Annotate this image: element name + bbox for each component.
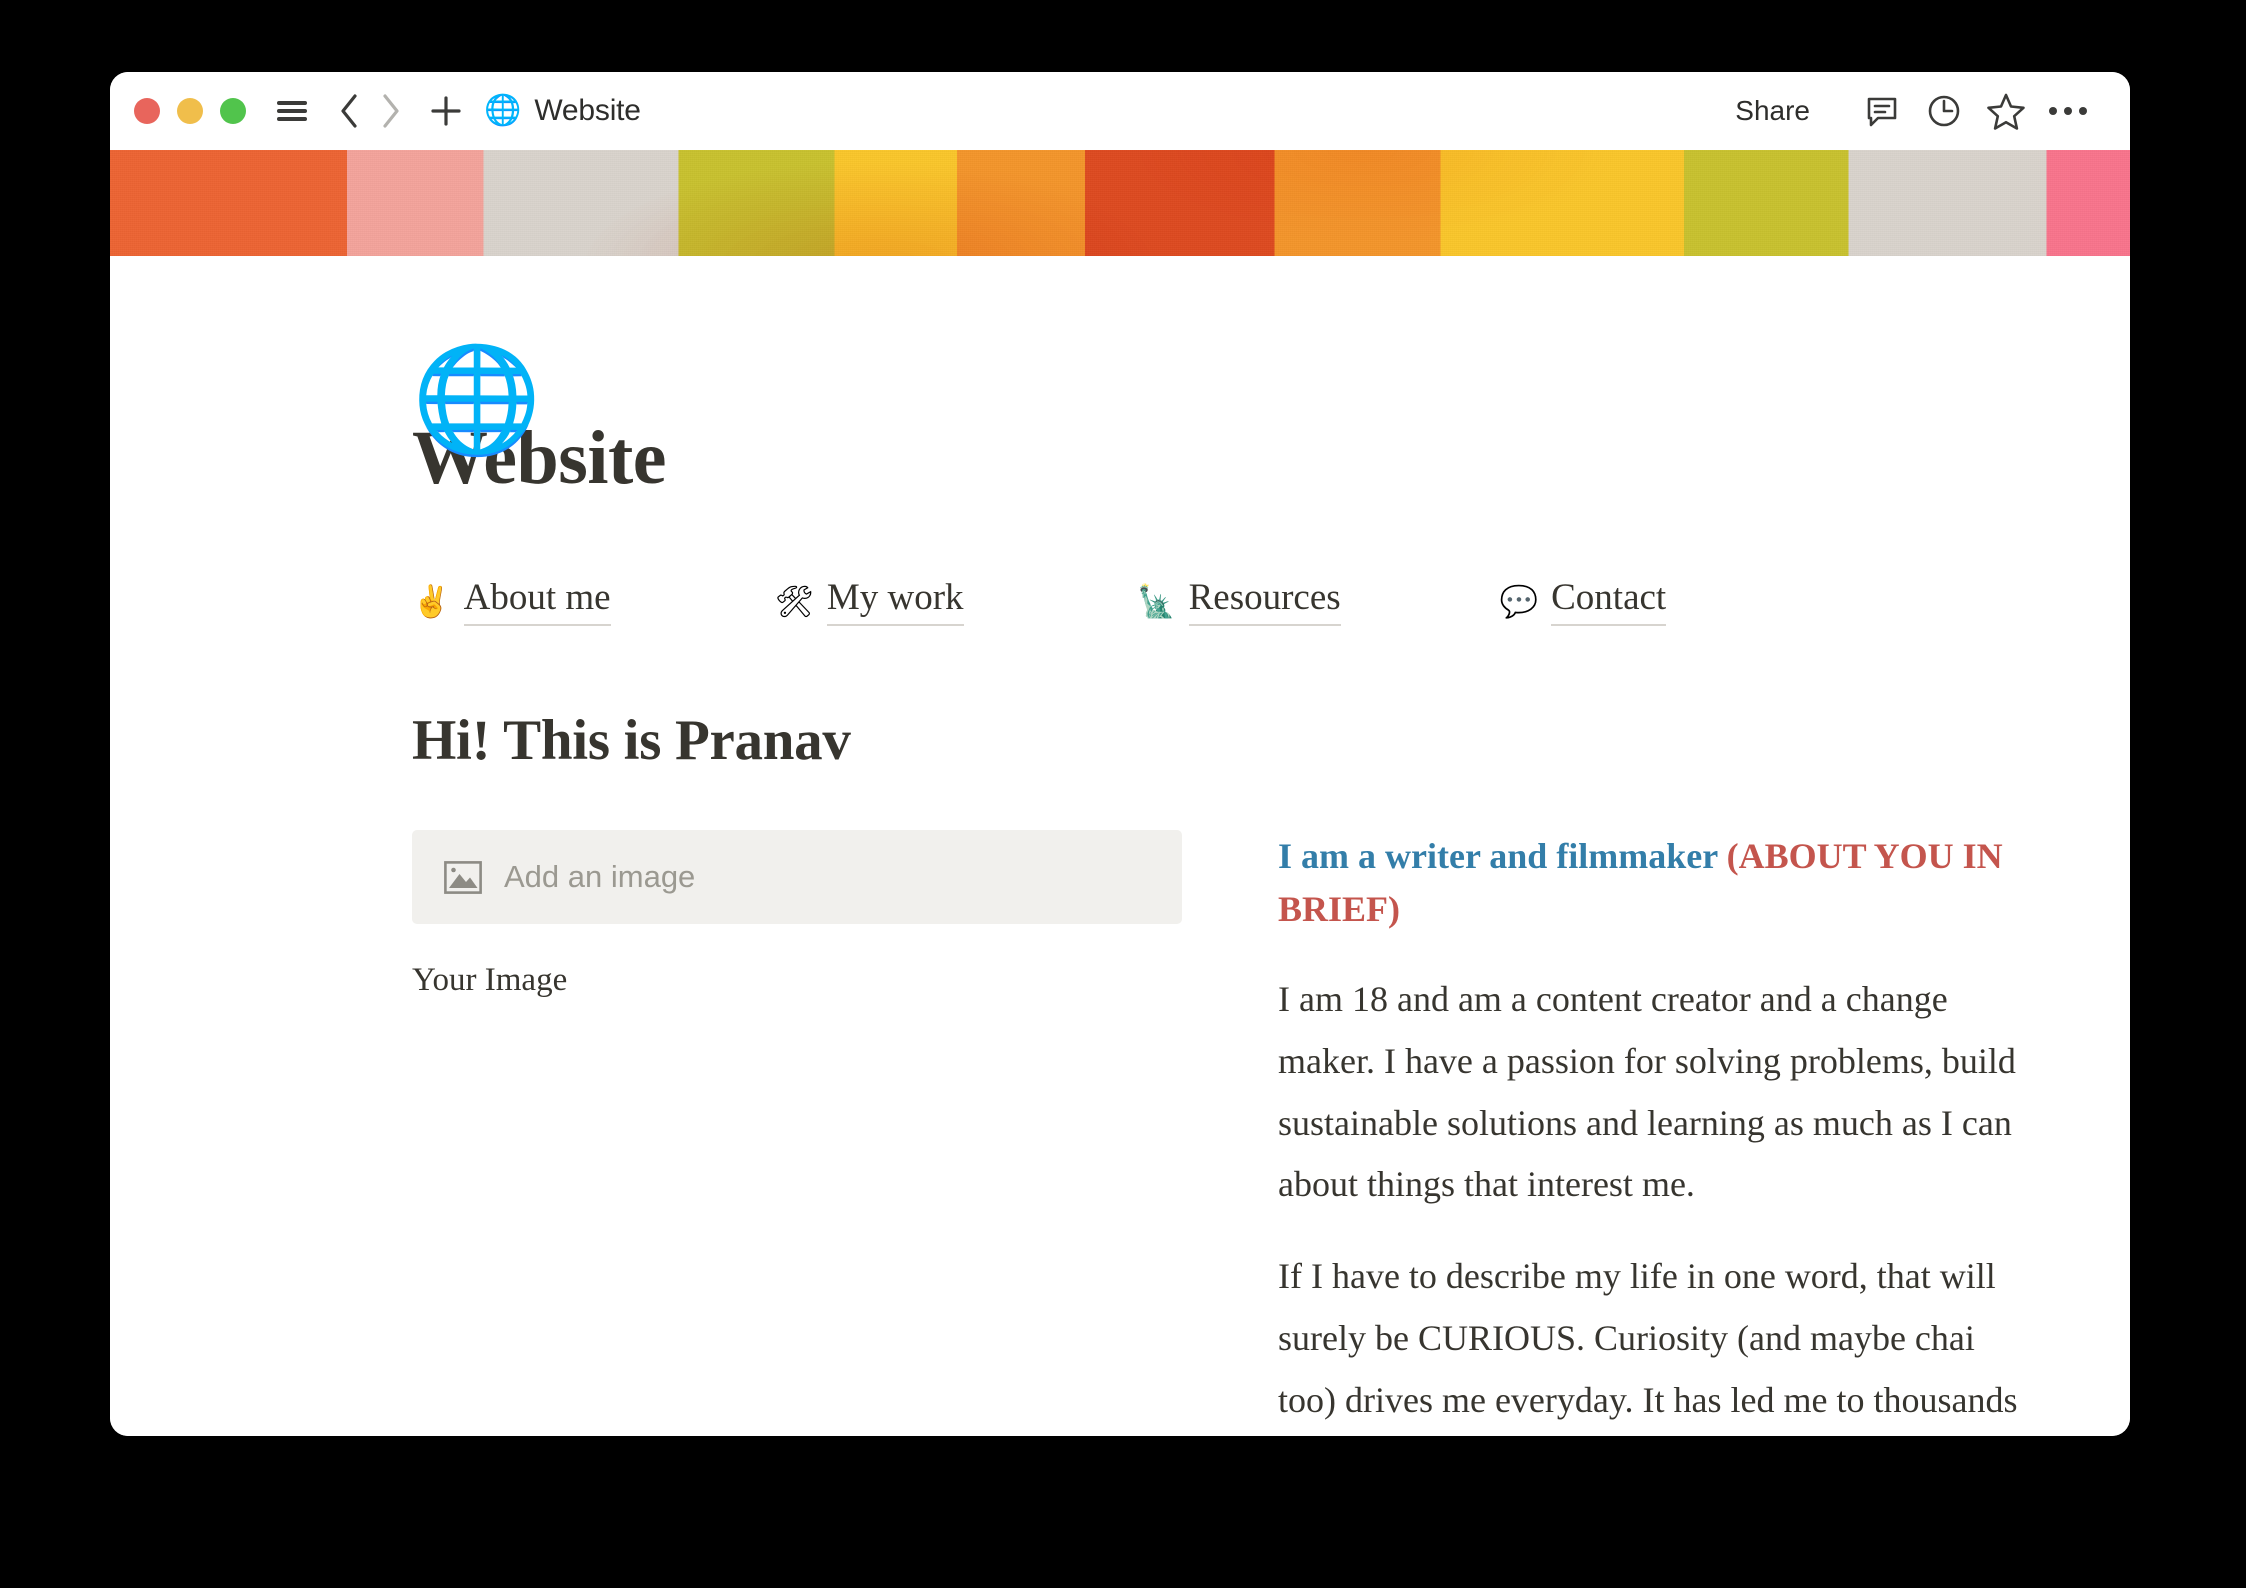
hammer-and-wrench-icon: 🛠 <box>774 584 814 620</box>
titlebar-actions: Share <box>1721 85 2094 137</box>
statue-of-liberty-icon: 🗽 <box>1137 584 1176 620</box>
app-window: 🌐 Website Share 🌐 Website ✌️ About me 🛠 … <box>110 72 2130 1436</box>
body-paragraph: If I have to describe my life in one wor… <box>1278 1256 2018 1421</box>
title-bar: 🌐 Website Share <box>110 72 2130 150</box>
page-icon[interactable]: 🌐 <box>412 348 542 452</box>
nav-item-resources[interactable]: 🗽 Resources <box>1137 577 1500 626</box>
nav-link-label[interactable]: Contact <box>1551 577 1667 626</box>
image-icon <box>444 860 482 894</box>
page-title[interactable]: Website <box>412 420 1980 496</box>
close-window-button[interactable] <box>134 98 160 124</box>
cover-grain <box>110 150 2130 256</box>
right-column: I am a writer and filmmaker (ABOUT YOU I… <box>1278 830 2038 1436</box>
body-paragraph: I am 18 and am a content creator and a c… <box>1278 978 2016 1205</box>
two-column-layout: Add an image Your Image I am a writer an… <box>412 830 2017 1436</box>
hamburger-icon[interactable] <box>272 91 312 131</box>
nav-link-label[interactable]: My work <box>826 577 964 626</box>
nav-links-row: ✌️ About me 🛠 My work 🗽 Resources 💬 Cont… <box>412 577 1863 626</box>
nav-item-my-work[interactable]: 🛠 My work <box>774 577 1138 626</box>
nav-link-label[interactable]: About me <box>463 577 611 626</box>
maximize-window-button[interactable] <box>220 98 246 124</box>
chevron-right-icon[interactable] <box>372 91 410 131</box>
page-cover-image[interactable] <box>110 150 2130 256</box>
clock-icon[interactable] <box>1918 85 1970 137</box>
more-horizontal-icon[interactable] <box>2042 85 2094 137</box>
chevron-left-icon[interactable] <box>330 91 368 131</box>
peace-hand-icon: ✌️ <box>412 584 451 620</box>
lede-paragraph: I am a writer and filmmaker (ABOUT YOU I… <box>1278 830 2038 934</box>
nav-link-label[interactable]: Resources <box>1188 577 1341 626</box>
page-body: 🌐 Website ✌️ About me 🛠 My work 🗽 Resour <box>110 348 2130 1436</box>
minimize-window-button[interactable] <box>177 98 203 124</box>
left-column: Add an image Your Image <box>412 830 1182 1436</box>
image-caption[interactable]: Your Image <box>412 957 1182 1003</box>
add-image-label: Add an image <box>504 859 696 895</box>
nav-item-contact[interactable]: 💬 Contact <box>1499 577 1863 626</box>
plus-icon[interactable] <box>424 91 468 131</box>
desktop-background: 🌐 Website Share 🌐 Website ✌️ About me 🛠 … <box>0 0 2246 1588</box>
speech-balloon-icon: 💬 <box>1499 584 1539 620</box>
nav-item-about-me[interactable]: ✌️ About me <box>412 577 775 626</box>
section-heading[interactable]: Hi! This is Pranav <box>412 709 1980 773</box>
lede-highlight: I am a writer and filmmaker <box>1278 836 1727 877</box>
add-image-block[interactable]: Add an image <box>412 830 1182 925</box>
breadcrumb-title[interactable]: Website <box>534 94 641 128</box>
share-button[interactable]: Share <box>1721 89 1824 133</box>
breadcrumb-globe-icon: 🌐 <box>484 94 522 127</box>
window-controls <box>134 98 246 124</box>
comment-icon[interactable] <box>1856 85 1908 137</box>
page-content: Website ✌️ About me 🛠 My work 🗽 Resource… <box>110 420 2130 1436</box>
star-icon[interactable] <box>1980 85 2032 137</box>
